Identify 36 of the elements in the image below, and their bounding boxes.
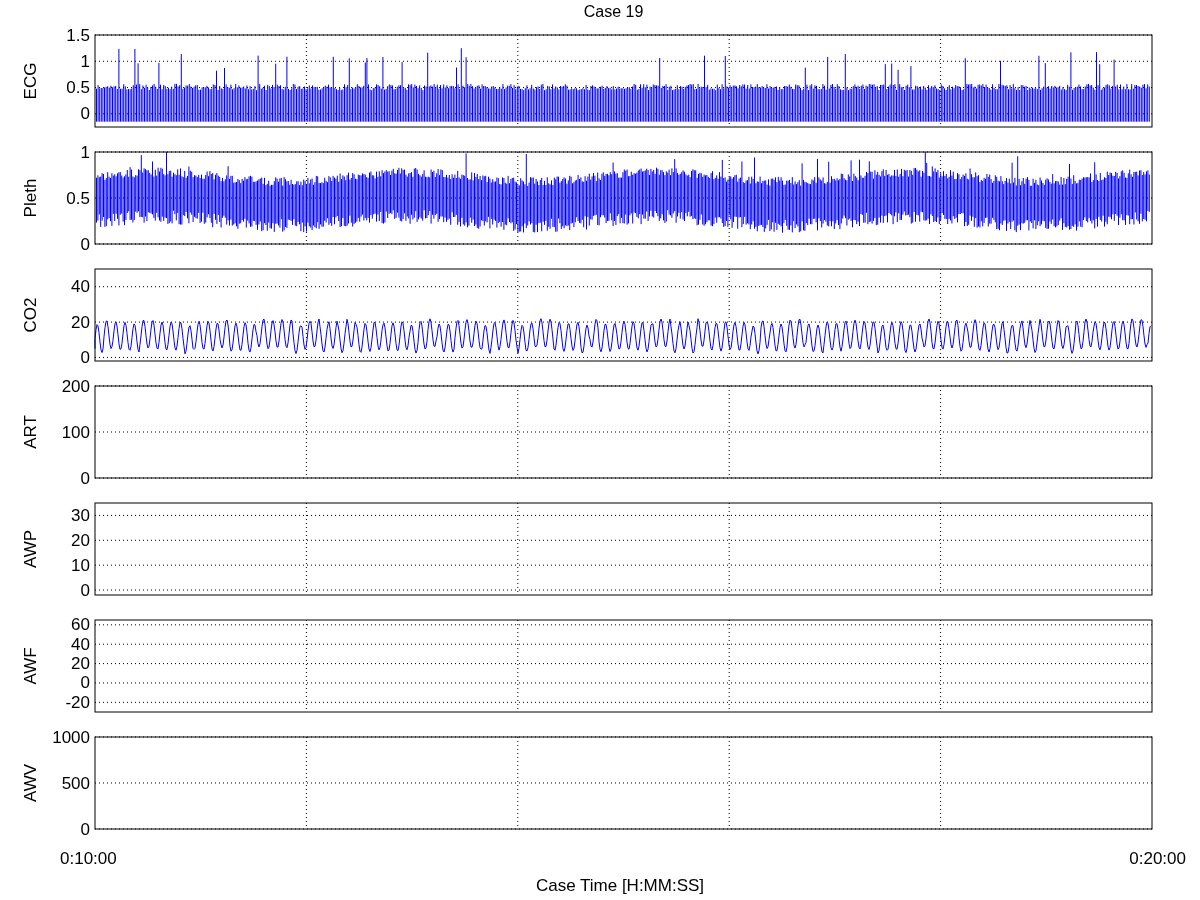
y-tick-label: 1000 <box>52 729 90 747</box>
y-tick-label: 1 <box>80 144 90 162</box>
chart-title: Case 19 <box>583 2 644 22</box>
y-tick-label: 500 <box>61 773 90 793</box>
y-tick-label: 30 <box>71 505 90 525</box>
y-tick-label: 40 <box>71 634 90 654</box>
y-tick-label: 0 <box>80 673 90 693</box>
y-tick-label: 20 <box>71 654 90 674</box>
y-tick-label: 1 <box>80 51 90 71</box>
y-tick-label: 0.5 <box>66 78 90 98</box>
y-tick-label: 60 <box>71 615 90 635</box>
y-tick-label: 0.5 <box>66 188 90 208</box>
y-tick-label: 20 <box>71 530 90 550</box>
axis-label: AWP <box>20 529 40 569</box>
axis-label: ART <box>20 415 40 449</box>
y-tick-label: 0 <box>80 234 90 254</box>
y-tick-label: 0 <box>80 819 90 839</box>
y-tick-label: -20 <box>65 692 90 712</box>
x-tick-label: 0:20:00 <box>1129 848 1186 870</box>
y-tick-label: 10 <box>71 555 90 575</box>
y-tick-label: 0 <box>80 347 90 367</box>
y-tick-label: 200 <box>61 378 90 396</box>
y-tick-label: 0 <box>80 580 90 600</box>
y-tick-label: 100 <box>61 422 90 442</box>
y-tick-label: 0 <box>80 104 90 124</box>
axis-label: Pleth <box>20 178 40 218</box>
x-tick-label: 0:10:00 <box>60 848 117 870</box>
axis-label: ECG <box>20 62 40 100</box>
y-tick-label: 40 <box>71 277 90 297</box>
axis-label: Case Time [H:MM:SS] <box>535 875 705 897</box>
axis-label: AWF <box>20 647 40 685</box>
y-tick-label: 1.5 <box>66 27 90 45</box>
y-tick-label: 20 <box>71 312 90 332</box>
axis-label: CO2 <box>20 297 40 333</box>
axis-label: AWV <box>20 763 40 803</box>
y-tick-label: 0 <box>80 468 90 488</box>
